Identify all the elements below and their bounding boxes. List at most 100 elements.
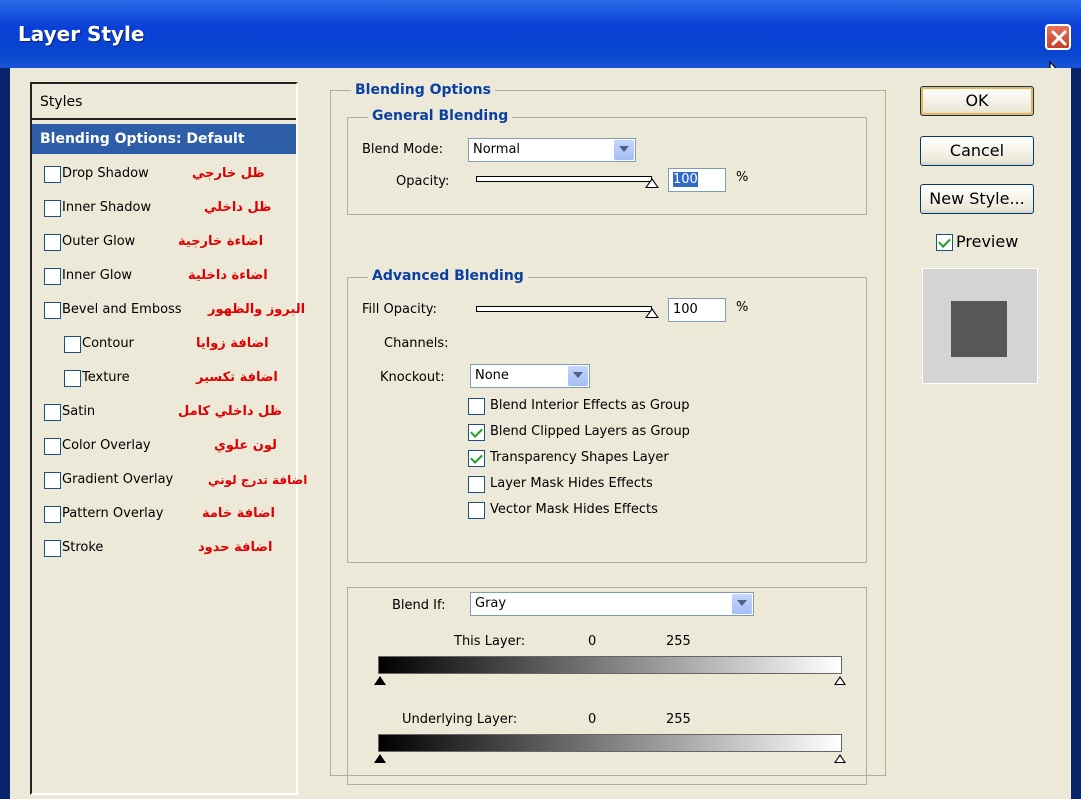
preview-toggle[interactable]: Preview	[936, 232, 1046, 254]
styles-header[interactable]: Styles	[32, 84, 296, 120]
this-layer-white-slider[interactable]	[834, 676, 846, 685]
blend-mode-select[interactable]: Normal	[468, 138, 636, 162]
arabic-annotation: اضافة تدرج لوني	[208, 473, 308, 487]
blend-clipped-layers-option[interactable]: Blend Clipped Layers as Group	[468, 422, 768, 444]
style-item-color-overlay[interactable]: Color Overlay لون علوي	[32, 434, 296, 458]
preview-swatch	[951, 301, 1007, 357]
close-icon	[1051, 30, 1067, 46]
style-label: Texture	[82, 370, 130, 385]
arabic-annotation: اضافة خامة	[202, 506, 276, 521]
outer-glow-checkbox[interactable]	[44, 234, 61, 251]
style-label: Contour	[82, 336, 134, 351]
vector-mask-hides-label: Vector Mask Hides Effects	[490, 502, 658, 517]
blend-clipped-layers-checkbox[interactable]	[468, 424, 485, 441]
style-item-inner-glow[interactable]: Inner Glow اضاءة داخلية	[32, 264, 296, 288]
style-item-bevel-emboss[interactable]: Bevel and Emboss البروز والظهور	[32, 298, 305, 322]
knockout-select[interactable]: None	[470, 364, 590, 388]
blend-clipped-layers-label: Blend Clipped Layers as Group	[490, 424, 690, 439]
knockout-label: Knockout:	[380, 370, 445, 385]
opacity-slider[interactable]	[476, 176, 652, 182]
general-blending-group: General Blending Blend Mode: Normal Opac…	[347, 108, 867, 215]
layer-mask-hides-option[interactable]: Layer Mask Hides Effects	[468, 474, 768, 496]
this-layer-black-slider[interactable]	[374, 676, 386, 685]
drop-shadow-checkbox[interactable]	[44, 166, 61, 183]
underlying-layer-max: 255	[666, 712, 691, 727]
this-layer-label: This Layer:	[454, 634, 526, 649]
chevron-down-icon[interactable]	[732, 594, 752, 614]
ok-button[interactable]: OK	[920, 86, 1034, 116]
arabic-annotation: البروز والظهور	[208, 302, 306, 317]
style-item-contour[interactable]: Contour اضافة زوايا	[32, 332, 296, 356]
underlying-layer-min: 0	[588, 712, 597, 727]
transparency-shapes-label: Transparency Shapes Layer	[490, 450, 669, 465]
transparency-shapes-option[interactable]: Transparency Shapes Layer	[468, 448, 768, 470]
style-label: Bevel and Emboss	[62, 302, 182, 317]
close-button[interactable]	[1045, 24, 1071, 50]
bevel-emboss-checkbox[interactable]	[44, 302, 61, 319]
style-item-satin[interactable]: Satin ظل داخلي كامل	[32, 400, 296, 424]
this-layer-gradient[interactable]	[378, 656, 842, 674]
pattern-overlay-checkbox[interactable]	[44, 506, 61, 523]
arabic-annotation: لون علوي	[214, 438, 277, 453]
style-label: Inner Shadow	[62, 200, 152, 215]
opacity-input[interactable]: 100	[668, 168, 726, 192]
arabic-annotation: اضافة زوايا	[196, 336, 269, 351]
style-item-inner-shadow[interactable]: Inner Shadow ظل داخلي	[32, 196, 296, 220]
blend-mode-value: Normal	[473, 142, 521, 157]
style-label: Drop Shadow	[62, 166, 149, 181]
style-label: Gradient Overlay	[62, 472, 174, 487]
fill-opacity-input[interactable]: 100	[668, 298, 726, 322]
style-item-texture[interactable]: Texture اضافة تكسير	[32, 366, 296, 390]
blending-options-title: Blending Options	[351, 82, 495, 98]
contour-checkbox[interactable]	[64, 336, 81, 353]
style-label: Outer Glow	[62, 234, 136, 249]
arabic-annotation: اضاءة داخلية	[188, 268, 268, 283]
preview-checkbox[interactable]	[936, 234, 953, 251]
blend-if-group: Blend If: Gray This Layer: 0 255 Underly…	[347, 587, 867, 785]
blending-options-item[interactable]: Blending Options: Default	[32, 124, 296, 154]
arabic-annotation: ظل خارجي	[192, 166, 265, 181]
layer-mask-hides-checkbox[interactable]	[468, 476, 485, 493]
chevron-down-icon[interactable]	[614, 140, 634, 160]
underlying-layer-gradient[interactable]	[378, 734, 842, 752]
transparency-shapes-checkbox[interactable]	[468, 450, 485, 467]
fill-opacity-unit: %	[736, 300, 749, 315]
style-item-stroke[interactable]: Stroke اضافة حدود	[32, 536, 296, 560]
fill-opacity-slider-thumb[interactable]	[645, 308, 659, 318]
style-item-outer-glow[interactable]: Outer Glow اضاءة خارجية	[32, 230, 296, 254]
blend-interior-effects-option[interactable]: Blend Interior Effects as Group	[468, 396, 768, 418]
stroke-checkbox[interactable]	[44, 540, 61, 557]
underlying-layer-black-slider[interactable]	[374, 754, 386, 763]
new-style-button[interactable]: New Style...	[920, 184, 1034, 214]
satin-checkbox[interactable]	[44, 404, 61, 421]
this-layer-max: 255	[666, 634, 691, 649]
opacity-slider-thumb[interactable]	[645, 178, 659, 188]
blend-if-select[interactable]: Gray	[470, 592, 754, 616]
inner-shadow-checkbox[interactable]	[44, 200, 61, 217]
style-label: Stroke	[62, 540, 104, 555]
opacity-label: Opacity:	[396, 174, 450, 189]
chevron-down-icon[interactable]	[568, 366, 588, 386]
underlying-layer-white-slider[interactable]	[834, 754, 846, 763]
vector-mask-hides-option[interactable]: Vector Mask Hides Effects	[468, 500, 768, 522]
gradient-overlay-checkbox[interactable]	[44, 472, 61, 489]
arabic-annotation: اضاءة خارجية	[178, 234, 264, 249]
blend-mode-label: Blend Mode:	[362, 142, 443, 157]
cancel-button[interactable]: Cancel	[920, 136, 1034, 166]
color-overlay-checkbox[interactable]	[44, 438, 61, 455]
texture-checkbox[interactable]	[64, 370, 81, 387]
title-bar[interactable]: Layer Style	[0, 0, 1081, 68]
channels-label: Channels:	[384, 336, 449, 351]
fill-opacity-slider[interactable]	[476, 306, 652, 312]
inner-glow-checkbox[interactable]	[44, 268, 61, 285]
style-label: Satin	[62, 404, 96, 419]
arabic-annotation: اضافة تكسير	[196, 370, 278, 385]
arabic-annotation: ظل داخلي كامل	[178, 404, 282, 419]
vector-mask-hides-checkbox[interactable]	[468, 502, 485, 519]
layer-mask-hides-label: Layer Mask Hides Effects	[490, 476, 653, 491]
dialog-body: Styles Blending Options: Default Drop Sh…	[10, 68, 1071, 799]
style-item-gradient-overlay[interactable]: Gradient Overlay اضافة تدرج لوني	[32, 468, 307, 492]
style-item-drop-shadow[interactable]: Drop Shadow ظل خارجي	[32, 162, 296, 186]
blend-interior-effects-checkbox[interactable]	[468, 398, 485, 415]
style-item-pattern-overlay[interactable]: Pattern Overlay اضافة خامة	[32, 502, 296, 526]
